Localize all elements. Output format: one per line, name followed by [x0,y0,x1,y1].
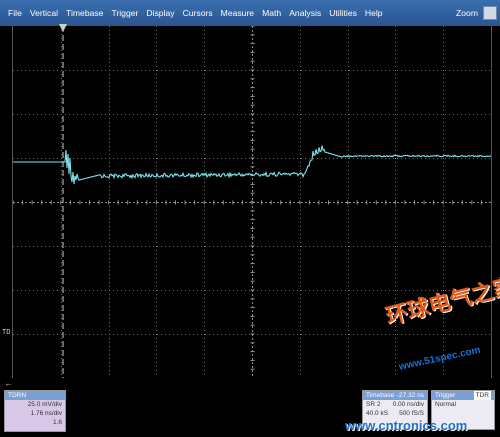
waveform-display[interactable] [12,24,492,378]
menu-list: File Vertical Timebase Trigger Display C… [4,8,387,18]
channel-readout[interactable]: TDRN 25.0 mV/div 1.76 ns/div 1.6 [4,390,66,432]
zoom-button[interactable] [483,6,497,20]
graticule [13,26,491,378]
menu-help[interactable]: Help [361,8,387,18]
menu-bar: File Vertical Timebase Trigger Display C… [0,0,500,26]
zoom-label[interactable]: Zoom [456,8,478,18]
menu-cursors[interactable]: Cursors [179,8,217,18]
timebase-row-value: 500 fS/S [399,410,424,417]
watermark-url-2: www.cntronics.com [345,418,468,433]
timebase-row-label: SR 2 [366,401,381,408]
timebase-row-value: 0.00 ns/div [392,401,424,408]
trigger-title: Trigger [435,392,456,399]
menu-measure[interactable]: Measure [217,8,258,18]
menu-math[interactable]: Math [258,8,285,18]
arrow-left-icon[interactable]: ← [4,378,13,388]
channel-marker[interactable]: TD [2,329,10,337]
timebase-readout-header: Timebase -27.32 ns [363,391,427,400]
channel-readout-row: 1.76 ns/div [30,410,62,417]
channel-readout-title: TDRN [5,391,65,400]
timebase-title: Timebase [366,392,395,399]
menu-file[interactable]: File [4,8,26,18]
menu-display[interactable]: Display [142,8,178,18]
timebase-row: SR 2 0.00 ns/div [363,400,427,409]
menu-trigger[interactable]: Trigger [107,8,142,18]
trigger-source-badge: TDR [473,391,491,400]
timebase-value: -27.32 ns [396,392,424,399]
menu-utilities[interactable]: Utilities [325,8,361,18]
menu-analysis[interactable]: Analysis [285,8,325,18]
trigger-mode: Normal [435,401,456,408]
menu-vertical[interactable]: Vertical [26,8,62,18]
timebase-row-label: 40.0 kS [366,410,389,417]
channel-readout-row: 1.6 [52,419,62,426]
channel-readout-row: 25.0 mV/div [27,401,62,408]
graticule-grid [13,26,491,378]
menu-timebase[interactable]: Timebase [62,8,107,18]
trigger-readout-header: Trigger TDR [432,391,494,400]
timebase-row: 40.0 kS 500 fS/S [363,409,427,418]
